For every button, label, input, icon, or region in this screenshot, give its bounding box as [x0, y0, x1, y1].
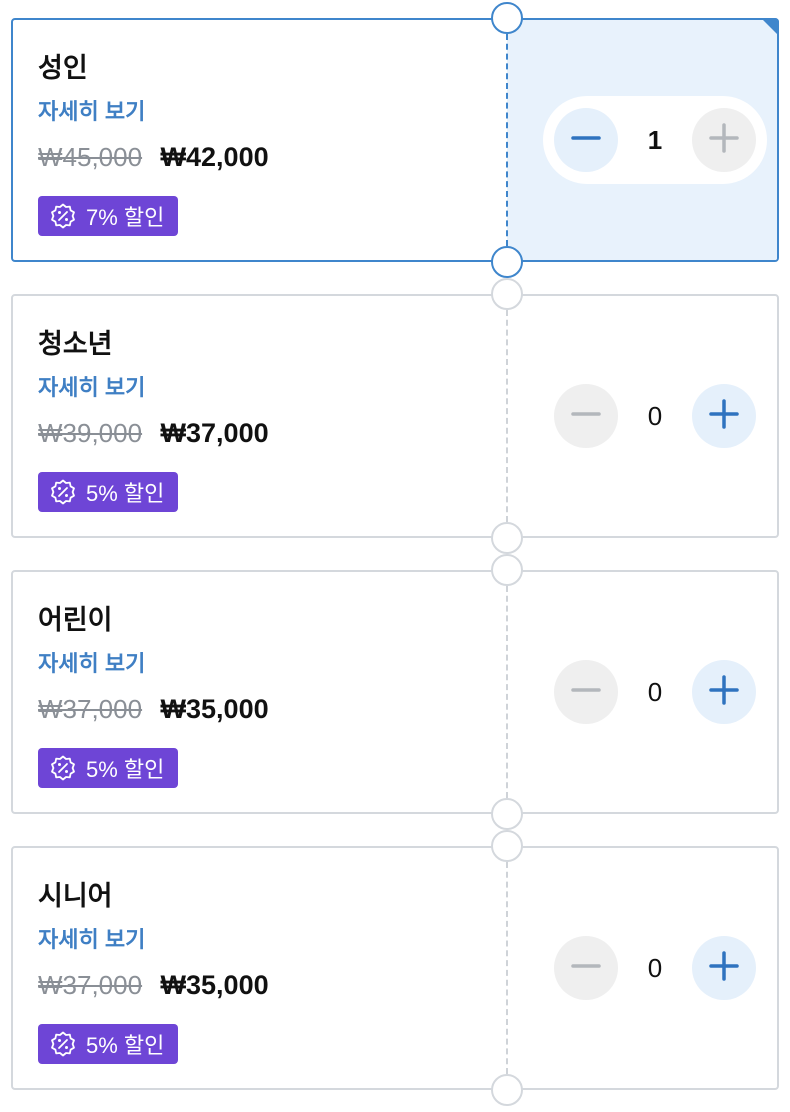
ticket-prices: ₩37,000 ₩35,000 [38, 970, 269, 1001]
minus-icon [571, 675, 601, 710]
increment-button[interactable] [692, 384, 756, 448]
sale-price: ₩35,000 [160, 970, 269, 1000]
increment-button[interactable] [692, 108, 756, 172]
quantity-value: 0 [647, 676, 663, 707]
ticket-prices: ₩39,000 ₩37,000 [38, 418, 269, 449]
ticket-divider [506, 310, 508, 522]
plus-icon [709, 398, 739, 434]
ticket-prices: ₩45,000 ₩42,000 [38, 142, 269, 173]
ticket-title: 성인 [38, 53, 88, 83]
quantity-stepper: 0 [543, 648, 767, 736]
discount-badge-label: 7% 할인 [86, 205, 165, 230]
ticket-notch [491, 278, 523, 310]
selected-corner-marker [761, 18, 779, 36]
ticket-notch [491, 2, 523, 34]
ticket-card-senior: 시니어 자세히 보기 ₩37,000 ₩35,000 5% 할인 0 [11, 830, 779, 1106]
sale-price: ₩37,000 [160, 418, 269, 448]
original-price: ₩37,000 [38, 970, 143, 1000]
ticket-title: 청소년 [38, 329, 113, 359]
discount-badge-label: 5% 할인 [86, 1033, 165, 1058]
quantity-stepper: 0 [543, 924, 767, 1012]
ticket-card-youth: 청소년 자세히 보기 ₩39,000 ₩37,000 5% 할인 0 [11, 278, 779, 554]
discount-badge-icon [50, 203, 76, 229]
plus-icon [709, 122, 739, 158]
increment-button[interactable] [692, 660, 756, 724]
ticket-notch [491, 1074, 523, 1106]
view-details-link[interactable]: 자세히 보기 [38, 922, 145, 954]
discount-badge-icon [50, 755, 76, 781]
ticket-title: 어린이 [38, 605, 113, 635]
ticket-notch [491, 830, 523, 862]
sale-price: ₩35,000 [160, 694, 269, 724]
discount-badge: 7% 할인 [38, 196, 179, 236]
ticket-prices: ₩37,000 ₩35,000 [38, 694, 269, 725]
discount-badge-label: 5% 할인 [86, 757, 165, 782]
plus-icon [709, 950, 739, 986]
plus-icon [709, 674, 739, 710]
increment-button[interactable] [692, 936, 756, 1000]
ticket-card-adult: 성인 자세히 보기 ₩45,000 ₩42,000 7% 할인 1 [11, 2, 779, 278]
discount-badge: 5% 할인 [38, 1024, 179, 1064]
discount-badge-label: 5% 할인 [86, 481, 165, 506]
sale-price: ₩42,000 [160, 142, 269, 172]
minus-icon [571, 951, 601, 986]
minus-icon [571, 123, 601, 158]
discount-badge-icon [50, 479, 76, 505]
quantity-value: 1 [647, 124, 663, 155]
decrement-button[interactable] [554, 936, 618, 1000]
discount-badge-icon [50, 1031, 76, 1057]
decrement-button[interactable] [554, 108, 618, 172]
ticket-notch [491, 522, 523, 554]
original-price: ₩39,000 [38, 418, 143, 448]
quantity-value: 0 [647, 952, 663, 983]
quantity-stepper: 1 [543, 96, 767, 184]
decrement-button[interactable] [554, 384, 618, 448]
view-details-link[interactable]: 자세히 보기 [38, 370, 145, 402]
minus-icon [571, 399, 601, 434]
decrement-button[interactable] [554, 660, 618, 724]
quantity-value: 0 [647, 400, 663, 431]
original-price: ₩37,000 [38, 694, 143, 724]
view-details-link[interactable]: 자세히 보기 [38, 646, 145, 678]
ticket-divider [506, 34, 508, 246]
quantity-stepper: 0 [543, 372, 767, 460]
original-price: ₩45,000 [38, 142, 143, 172]
ticket-notch [491, 554, 523, 586]
view-details-link[interactable]: 자세히 보기 [38, 94, 145, 126]
ticket-divider [506, 586, 508, 798]
discount-badge: 5% 할인 [38, 748, 179, 788]
ticket-notch [491, 246, 523, 278]
ticket-card-child: 어린이 자세히 보기 ₩37,000 ₩35,000 5% 할인 0 [11, 554, 779, 830]
ticket-divider [506, 862, 508, 1074]
discount-badge: 5% 할인 [38, 472, 179, 512]
ticket-notch [491, 798, 523, 830]
ticket-title: 시니어 [38, 881, 113, 911]
